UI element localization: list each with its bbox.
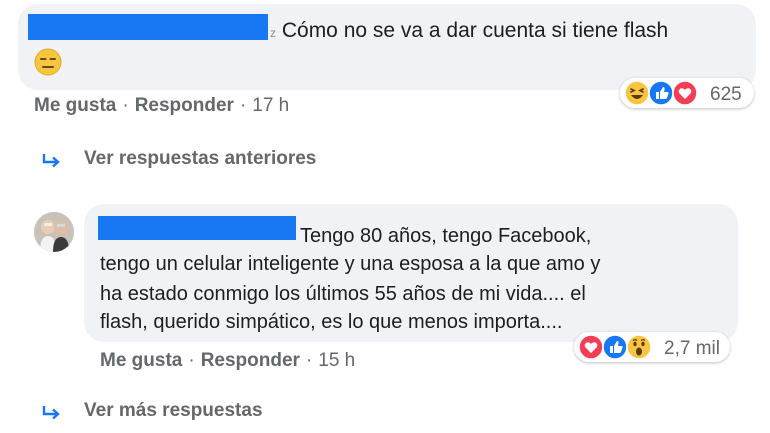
expressionless-emoji-icon [34, 48, 62, 76]
view-previous-replies-link[interactable]: Ver respuestas anteriores [84, 148, 316, 170]
author-name-fragment: z [270, 26, 276, 40]
comment-text: z Cómo no se va a dar cuenta si tiene fl… [270, 18, 668, 46]
separator-dot: · [188, 350, 195, 371]
haha-icon [624, 80, 650, 106]
separator-dot: · [122, 95, 129, 116]
comment-actions: Me gusta · Responder · 17 h [34, 95, 289, 117]
reply-text-line: ha estado conmigo los últimos 55 años de… [100, 283, 586, 305]
profile-photo [34, 212, 74, 252]
like-icon [648, 80, 674, 106]
like-button[interactable]: Me gusta [100, 350, 182, 371]
reply-arrow-icon [42, 406, 60, 420]
separator-dot: · [305, 350, 313, 371]
reply-button[interactable]: Responder [201, 350, 300, 371]
view-more-replies-link[interactable]: Ver más respuestas [84, 400, 263, 422]
love-icon [672, 80, 698, 106]
wow-icon [626, 334, 652, 360]
avatar[interactable] [34, 212, 74, 252]
reply-arrow-icon [42, 154, 60, 168]
reaction-count[interactable]: 2,7 mil [664, 338, 720, 360]
reply-text-line: tengo un celular inteligente y una espos… [100, 253, 601, 275]
reply-text-line: Tengo 80 años, tengo Facebook, [300, 225, 592, 247]
separator-dot: · [239, 95, 247, 116]
reply-actions: Me gusta · Responder · 15 h [100, 350, 355, 372]
reply-button[interactable]: Responder [135, 95, 234, 116]
reply-text-line: flash, querido simpático, es lo que meno… [100, 311, 563, 333]
like-button[interactable]: Me gusta [34, 95, 116, 116]
comment-timestamp[interactable]: 17 h [252, 95, 289, 116]
love-icon [578, 334, 604, 360]
redacted-author-name [98, 216, 296, 240]
like-icon [602, 334, 628, 360]
reply-timestamp[interactable]: 15 h [318, 350, 355, 371]
redacted-author-name [28, 14, 268, 40]
comment-body: Cómo no se va a dar cuenta si tiene flas… [281, 19, 669, 42]
reaction-count[interactable]: 625 [710, 84, 742, 106]
